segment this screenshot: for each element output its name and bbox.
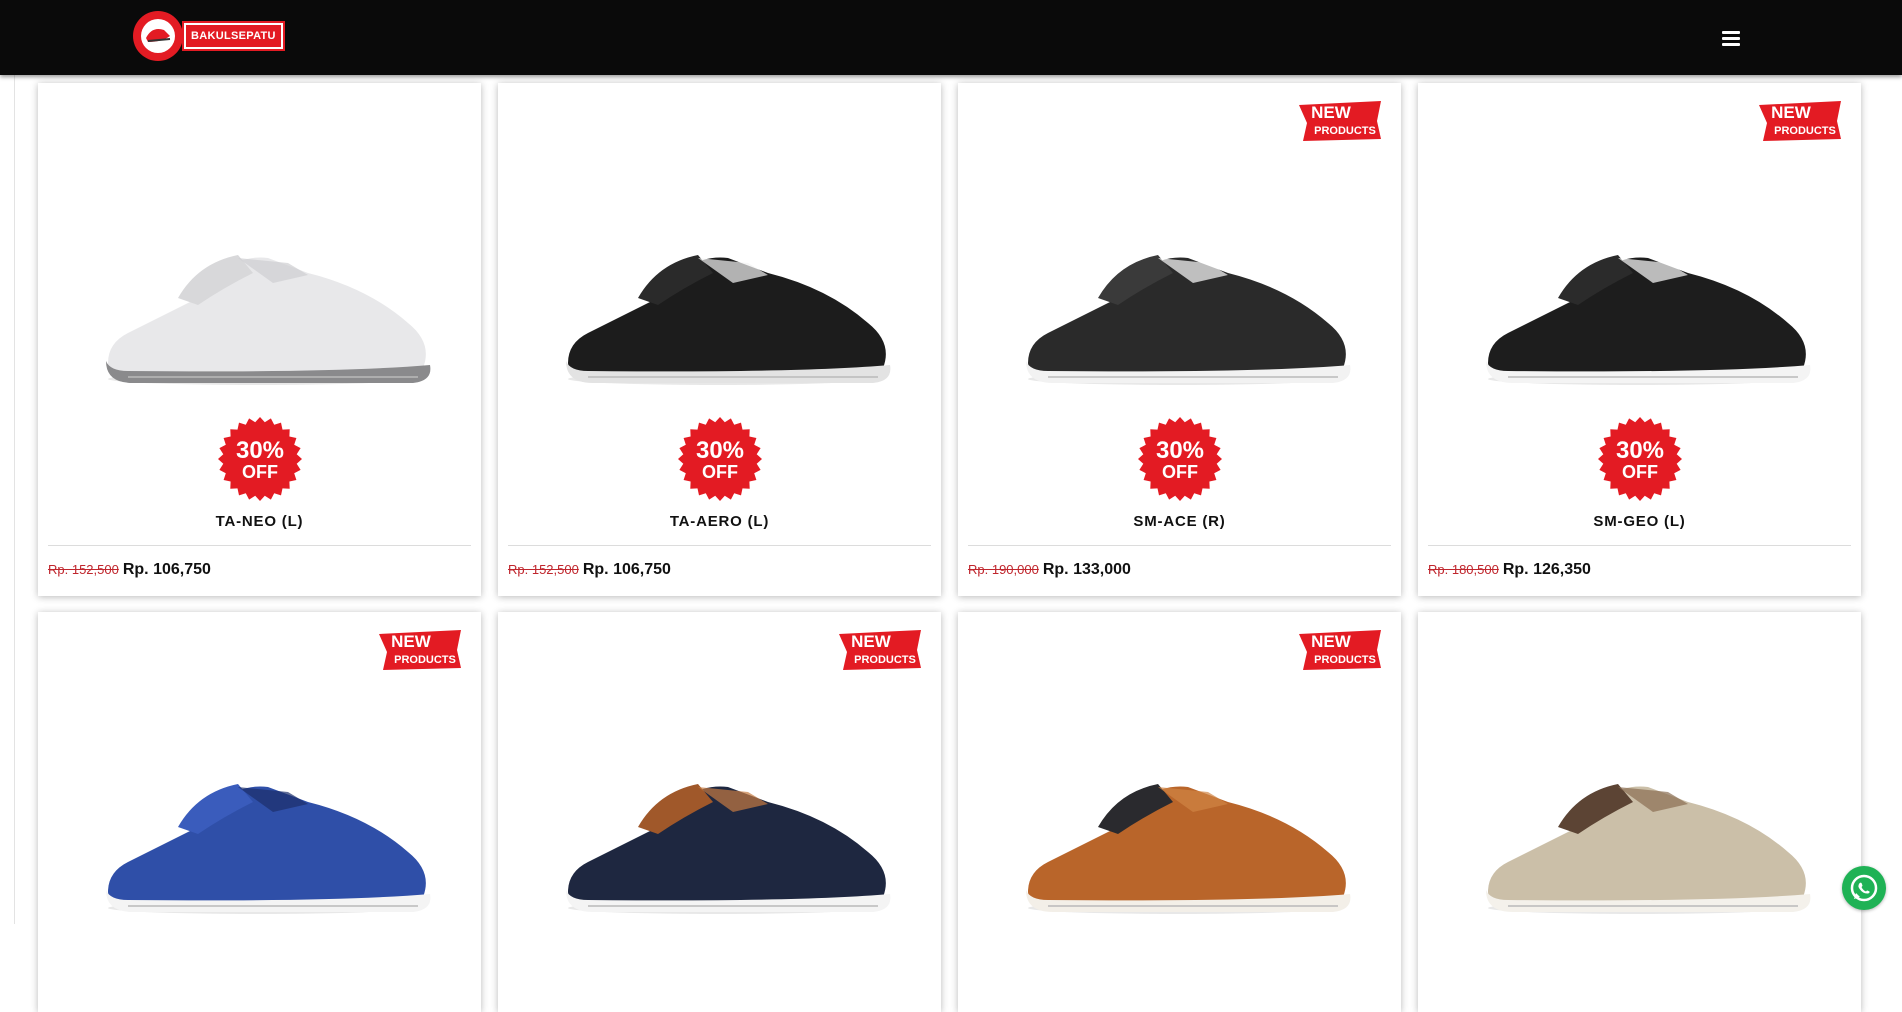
price-row: Rp. 152,500 Rp. 106,750: [508, 561, 671, 579]
svg-text:OFF: OFF: [1162, 462, 1198, 482]
new-products-ribbon-icon: NEW PRODUCTS: [839, 630, 921, 670]
product-photo[interactable]: [1418, 612, 1861, 942]
product-card[interactable]: NEW PRODUCTS 30% OFF SM-GEO (L) Rp. 180,500 Rp…: [1418, 83, 1861, 596]
new-products-ribbon-icon: NEW PRODUCTS: [1299, 101, 1381, 141]
price-row: Rp. 152,500 Rp. 106,750: [48, 561, 211, 579]
product-photo[interactable]: [498, 83, 941, 413]
discount-badge: 30% OFF: [217, 416, 303, 502]
hamburger-menu-button[interactable]: [1718, 28, 1744, 50]
product-name[interactable]: TA-NEO (L): [38, 513, 481, 530]
svg-text:OFF: OFF: [702, 462, 738, 482]
new-products-badge: NEW PRODUCTS: [377, 628, 463, 672]
product-card[interactable]: NEW PRODUCTS: [498, 612, 941, 1012]
new-products-ribbon-icon: NEW PRODUCTS: [1759, 101, 1841, 141]
sale-price: Rp. 106,750: [582, 561, 671, 578]
menu-bar: [1722, 37, 1740, 40]
new-products-ribbon-icon: NEW PRODUCTS: [1299, 630, 1381, 670]
product-card[interactable]: NEW PRODUCTS: [958, 612, 1401, 1012]
whatsapp-icon: [1850, 874, 1878, 902]
divider: [508, 545, 931, 546]
svg-text:OFF: OFF: [1622, 462, 1658, 482]
original-price: Rp. 152,500: [48, 562, 119, 577]
price-row: Rp. 180,500 Rp. 126,350: [1428, 561, 1591, 579]
svg-text:PRODUCTS: PRODUCTS: [1314, 654, 1376, 666]
top-navbar: BAKULSEPATU: [0, 0, 1902, 75]
product-listing: 30% OFF TA-NEO (L) Rp. 152,500 Rp. 106,750 30…: [14, 75, 1902, 1012]
site-logo[interactable]: BAKULSEPATU: [132, 8, 285, 62]
original-price: Rp. 180,500: [1428, 562, 1499, 577]
menu-bar: [1722, 31, 1740, 34]
divider: [1428, 545, 1851, 546]
shoe-image: [106, 255, 431, 385]
product-name[interactable]: SM-GEO (L): [1418, 513, 1861, 530]
price-row: Rp. 190,000 Rp. 133,000: [968, 561, 1131, 579]
svg-text:PRODUCTS: PRODUCTS: [394, 654, 456, 666]
discount-seal-icon: 30%OFF: [218, 417, 302, 501]
product-card[interactable]: 30% OFF TA-AERO (L) Rp. 152,500 Rp. 106,750: [498, 83, 941, 596]
svg-text:30%: 30%: [236, 437, 284, 464]
discount-badge: 30% OFF: [1597, 416, 1683, 502]
svg-text:NEW: NEW: [1311, 632, 1352, 651]
svg-text:OFF: OFF: [242, 462, 278, 482]
shoe-image: [1486, 784, 1811, 914]
new-products-badge: NEW PRODUCTS: [837, 628, 923, 672]
product-name[interactable]: SM-ACE (R): [958, 513, 1401, 530]
svg-text:PRODUCTS: PRODUCTS: [1314, 125, 1376, 137]
svg-text:30%: 30%: [696, 437, 744, 464]
product-card[interactable]: [1418, 612, 1861, 1012]
svg-text:30%: 30%: [1156, 437, 1204, 464]
sale-price: Rp. 133,000: [1042, 561, 1131, 578]
discount-seal-icon: 30%OFF: [678, 417, 762, 501]
svg-text:NEW: NEW: [391, 632, 432, 651]
svg-text:30%: 30%: [1616, 437, 1664, 464]
original-price: Rp. 190,000: [968, 562, 1039, 577]
svg-text:NEW: NEW: [1771, 103, 1812, 122]
divider: [968, 545, 1391, 546]
discount-badge: 30% OFF: [1137, 416, 1223, 502]
new-products-badge: NEW PRODUCTS: [1297, 99, 1383, 143]
discount-seal-icon: 30%OFF: [1138, 417, 1222, 501]
product-photo[interactable]: [38, 83, 481, 413]
product-card[interactable]: 30% OFF TA-NEO (L) Rp. 152,500 Rp. 106,750: [38, 83, 481, 596]
shoe-image: [566, 255, 891, 385]
svg-text:NEW: NEW: [851, 632, 892, 651]
logo-wordmark: BAKULSEPATU: [182, 21, 285, 51]
discount-badge: 30% OFF: [677, 416, 763, 502]
whatsapp-chat-button[interactable]: [1842, 866, 1886, 910]
menu-bar: [1722, 43, 1740, 46]
discount-seal-icon: 30%OFF: [1598, 417, 1682, 501]
new-products-ribbon-icon: NEW PRODUCTS: [379, 630, 461, 670]
svg-text:PRODUCTS: PRODUCTS: [854, 654, 916, 666]
svg-text:PRODUCTS: PRODUCTS: [1774, 125, 1836, 137]
new-products-badge: NEW PRODUCTS: [1297, 628, 1383, 672]
sale-price: Rp. 126,350: [1502, 561, 1591, 578]
logo-mark-icon: [133, 11, 183, 61]
product-card[interactable]: NEW PRODUCTS 30% OFF SM-ACE (R) Rp. 190,000 Rp…: [958, 83, 1401, 596]
new-products-badge: NEW PRODUCTS: [1757, 99, 1843, 143]
svg-text:NEW: NEW: [1311, 103, 1352, 122]
original-price: Rp. 152,500: [508, 562, 579, 577]
product-name[interactable]: TA-AERO (L): [498, 513, 941, 530]
product-card[interactable]: NEW PRODUCTS: [38, 612, 481, 1012]
sale-price: Rp. 106,750: [122, 561, 211, 578]
divider: [48, 545, 471, 546]
